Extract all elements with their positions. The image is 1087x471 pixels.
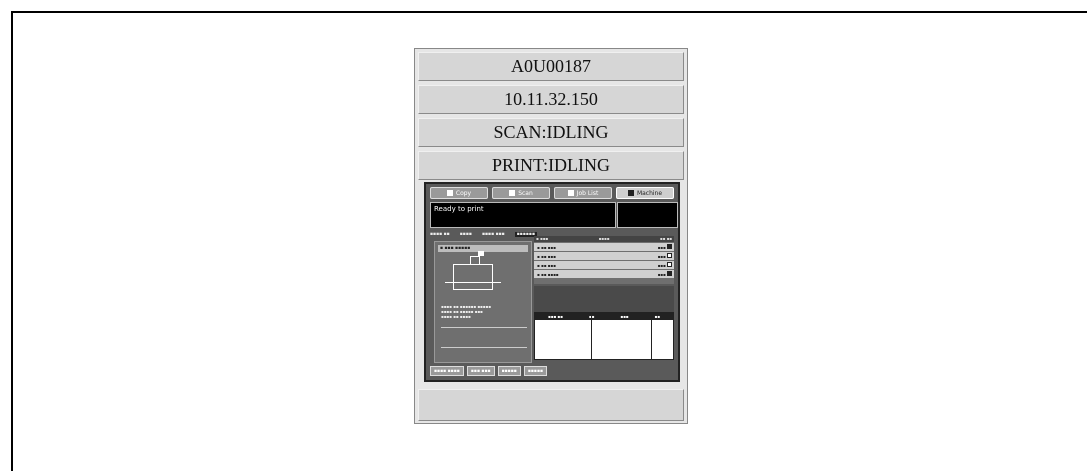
- machine-diagram-icon: [453, 251, 493, 290]
- print-status-row: PRINT:IDLING: [418, 151, 684, 180]
- screen-tabs: Copy Scan Job List Machine: [430, 187, 674, 199]
- job-row: ▪ ▪▪ ▪▪▪▪ ▪▪▪: [534, 270, 674, 278]
- screen-menu-item: ▪▪▪▪: [459, 232, 472, 237]
- status-icon: [667, 244, 672, 249]
- scan-status-row: SCAN:IDLING: [418, 118, 684, 147]
- screen-button: ▪▪▪▪▪: [523, 366, 548, 376]
- machine-diagram-base: [445, 282, 501, 283]
- scan-icon: [509, 190, 516, 196]
- status-icon: [667, 253, 672, 258]
- machine-icon: [627, 190, 634, 196]
- screen-message-box: Ready to print: [430, 202, 616, 228]
- device-status-panel: A0U00187 10.11.32.150 SCAN:IDLING PRINT:…: [414, 48, 688, 424]
- status-icon: [667, 262, 672, 267]
- job-row: ▪ ▪▪ ▪▪▪ ▪▪▪: [534, 261, 674, 269]
- screen-menu-item: ▪▪▪▪ ▪▪: [430, 232, 450, 237]
- job-row: ▪ ▪▪ ▪▪▪ ▪▪▪: [534, 252, 674, 260]
- table-column-line: [651, 313, 652, 359]
- screen-table: ▪▪▪ ▪▪▪▪▪▪▪▪▪: [534, 312, 674, 360]
- job-list-header: ▪ ▪▪▪ ▪▪▪▪ ▪▪ ▪▪: [534, 236, 674, 242]
- screen-tab-copy: Copy: [430, 187, 488, 199]
- screen-tab-job-list: Job List: [554, 187, 612, 199]
- table-column-line: [591, 313, 592, 359]
- copy-icon: [446, 190, 453, 196]
- ip-address-row: 10.11.32.150: [418, 85, 684, 114]
- device-screen-thumbnail[interactable]: Copy Scan Job List Machine Ready to prin…: [424, 182, 680, 382]
- screen-tab-copy-label: Copy: [455, 189, 472, 197]
- status-icon: [667, 271, 672, 276]
- screen-tab-scan: Scan: [492, 187, 550, 199]
- job-list-icon: [567, 190, 574, 196]
- screen-button: ▪▪▪ ▪▪▪: [466, 366, 495, 376]
- screen-table-header: ▪▪▪ ▪▪▪▪▪▪▪▪▪: [535, 313, 673, 320]
- job-row: ▪ ▪▪ ▪▪▪ ▪▪▪: [534, 243, 674, 251]
- screen-machine-pane: ▪ ▪▪▪ ▪▪▪▪▪ ▪▪▪▪ ▪▪ ▪▪▪▪▪▪ ▪▪▪▪▪ ▪▪▪▪ ▪▪ …: [434, 241, 532, 363]
- screen-button: ▪▪▪▪▪: [497, 366, 521, 376]
- screen-empty-area: [534, 286, 674, 312]
- device-model-row: A0U00187: [418, 52, 684, 81]
- screen-message: Ready to print: [434, 205, 484, 213]
- screen-bottom-buttons: ▪▪▪▪ ▪▪▪▪ ▪▪▪ ▪▪▪ ▪▪▪▪▪ ▪▪▪▪▪: [430, 366, 674, 376]
- screen-machine-text: ▪▪▪▪ ▪▪ ▪▪▪▪▪▪ ▪▪▪▪▪ ▪▪▪▪ ▪▪ ▪▪▪▪▪ ▪▪▪ ▪▪▪…: [441, 304, 491, 319]
- screen-button: ▪▪▪▪ ▪▪▪▪: [430, 366, 464, 376]
- screen-job-list: ▪ ▪▪▪ ▪▪▪▪ ▪▪ ▪▪ ▪ ▪▪ ▪▪▪ ▪▪▪ ▪ ▪▪ ▪▪▪ ▪▪▪ ▪…: [534, 236, 674, 284]
- screen-tab-scan-label: Scan: [518, 189, 533, 197]
- panel-footer-row: [418, 389, 684, 421]
- screen-tab-machine: Machine: [616, 187, 674, 199]
- screen-side-box: [617, 202, 678, 228]
- divider: [441, 347, 527, 348]
- divider: [441, 327, 527, 328]
- screen-tab-job-list-label: Job List: [576, 189, 599, 197]
- screen-menu-item: ▪▪▪▪ ▪▪▪: [481, 232, 505, 237]
- screen-tab-machine-label: Machine: [636, 189, 663, 197]
